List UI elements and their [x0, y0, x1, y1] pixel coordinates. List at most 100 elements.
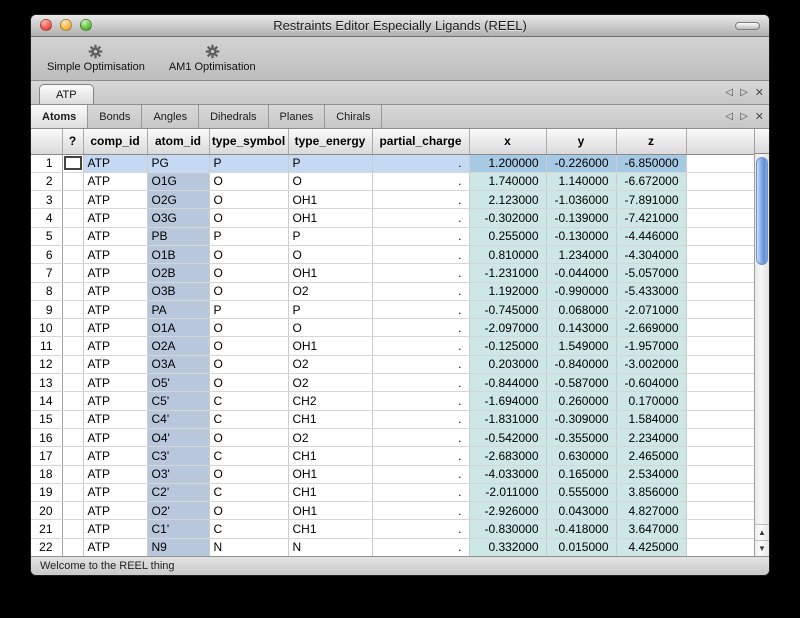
cell-type_energy[interactable]: OH1 — [288, 191, 372, 209]
row-number[interactable]: 21 — [31, 520, 62, 538]
cell-z[interactable]: -7.891000 — [616, 191, 686, 209]
cell-type_symbol[interactable]: O — [209, 355, 288, 373]
cell-type_symbol[interactable]: C — [209, 520, 288, 538]
tab-dihedrals[interactable]: Dihedrals — [199, 105, 268, 128]
cell-z[interactable]: -2.071000 — [616, 300, 686, 318]
flag-cell[interactable] — [62, 392, 83, 410]
zoom-window-button[interactable] — [80, 19, 92, 31]
flag-cell[interactable] — [62, 465, 83, 483]
cell-atom_id[interactable]: C2' — [147, 483, 209, 501]
cell-type_energy[interactable]: O2 — [288, 374, 372, 392]
cell-type_symbol[interactable]: O — [209, 337, 288, 355]
cell-comp_id[interactable]: ATP — [83, 410, 147, 428]
cell-atom_id[interactable]: O5' — [147, 374, 209, 392]
cell-atom_id[interactable]: O3' — [147, 465, 209, 483]
flag-cell[interactable] — [62, 191, 83, 209]
cell-y[interactable]: 1.234000 — [546, 245, 616, 263]
cell-comp_id[interactable]: ATP — [83, 282, 147, 300]
simple-optimisation-button[interactable]: Simple Optimisation — [37, 41, 155, 76]
cell-x[interactable]: -0.302000 — [469, 209, 546, 227]
cell-comp_id[interactable]: ATP — [83, 355, 147, 373]
cell-type_symbol[interactable]: O — [209, 502, 288, 520]
row-number[interactable]: 18 — [31, 465, 62, 483]
cell-y[interactable]: -0.587000 — [546, 374, 616, 392]
row-number[interactable]: 9 — [31, 300, 62, 318]
tab-atp[interactable]: ATP — [39, 84, 94, 104]
cell-z[interactable]: 3.856000 — [616, 483, 686, 501]
cell-z[interactable]: 3.647000 — [616, 520, 686, 538]
column-header-x[interactable]: x — [469, 129, 546, 154]
row-number[interactable]: 14 — [31, 392, 62, 410]
cell-z[interactable]: -5.057000 — [616, 264, 686, 282]
cell-x[interactable]: 0.255000 — [469, 227, 546, 245]
cell-atom_id[interactable]: C1' — [147, 520, 209, 538]
flag-cell[interactable] — [62, 483, 83, 501]
cell-comp_id[interactable]: ATP — [83, 245, 147, 263]
cell-comp_id[interactable]: ATP — [83, 465, 147, 483]
cell-partial_charge[interactable]: . — [372, 483, 469, 501]
row-number[interactable]: 22 — [31, 538, 62, 556]
column-header-y[interactable]: y — [546, 129, 616, 154]
row-number-header[interactable] — [31, 129, 62, 154]
cell-atom_id[interactable]: O3A — [147, 355, 209, 373]
cell-z[interactable]: -6.672000 — [616, 172, 686, 190]
cell-atom_id[interactable]: O1A — [147, 319, 209, 337]
cell-z[interactable]: -4.446000 — [616, 227, 686, 245]
cell-z[interactable]: 4.827000 — [616, 502, 686, 520]
cell-type_symbol[interactable]: C — [209, 483, 288, 501]
cell-x[interactable]: 1.740000 — [469, 172, 546, 190]
tab-scroll-right-icon[interactable]: ▷ — [740, 87, 748, 98]
cell-partial_charge[interactable]: . — [372, 227, 469, 245]
tab-scroll-right-icon[interactable]: ▷ — [740, 111, 748, 122]
row-number[interactable]: 12 — [31, 355, 62, 373]
row-number[interactable]: 7 — [31, 264, 62, 282]
flag-cell[interactable] — [62, 447, 83, 465]
cell-type_symbol[interactable]: P — [209, 300, 288, 318]
cell-x[interactable]: -0.125000 — [469, 337, 546, 355]
cell-partial_charge[interactable]: . — [372, 447, 469, 465]
cell-y[interactable]: 0.260000 — [546, 392, 616, 410]
tab-angles[interactable]: Angles — [142, 105, 199, 128]
cell-x[interactable]: 1.200000 — [469, 154, 546, 172]
cell-z[interactable]: 1.584000 — [616, 410, 686, 428]
cell-y[interactable]: -0.139000 — [546, 209, 616, 227]
cell-comp_id[interactable]: ATP — [83, 191, 147, 209]
cell-type_symbol[interactable]: O — [209, 209, 288, 227]
flag-cell[interactable] — [62, 227, 83, 245]
cell-partial_charge[interactable]: . — [372, 300, 469, 318]
flag-cell[interactable] — [62, 319, 83, 337]
cell-partial_charge[interactable]: . — [372, 520, 469, 538]
cell-atom_id[interactable]: O2G — [147, 191, 209, 209]
cell-atom_id[interactable]: O1B — [147, 245, 209, 263]
cell-x[interactable]: -2.097000 — [469, 319, 546, 337]
cell-type_energy[interactable]: CH1 — [288, 447, 372, 465]
flag-cell[interactable] — [62, 209, 83, 227]
flag-cell[interactable] — [62, 154, 83, 172]
cell-x[interactable]: 0.203000 — [469, 355, 546, 373]
cell-y[interactable]: 0.555000 — [546, 483, 616, 501]
cell-comp_id[interactable]: ATP — [83, 172, 147, 190]
cell-x[interactable]: -1.831000 — [469, 410, 546, 428]
tab-chirals[interactable]: Chirals — [325, 105, 382, 128]
cell-type_symbol[interactable]: O — [209, 191, 288, 209]
cell-comp_id[interactable]: ATP — [83, 374, 147, 392]
cell-partial_charge[interactable]: . — [372, 319, 469, 337]
cell-type_energy[interactable]: CH1 — [288, 483, 372, 501]
cell-partial_charge[interactable]: . — [372, 337, 469, 355]
flag-cell[interactable] — [62, 502, 83, 520]
cell-type_energy[interactable]: CH1 — [288, 520, 372, 538]
cell-partial_charge[interactable]: . — [372, 355, 469, 373]
cell-atom_id[interactable]: O3B — [147, 282, 209, 300]
row-number[interactable]: 10 — [31, 319, 62, 337]
cell-atom_id[interactable]: C3' — [147, 447, 209, 465]
cell-y[interactable]: -0.309000 — [546, 410, 616, 428]
flag-cell[interactable] — [62, 428, 83, 446]
flag-cell[interactable] — [62, 264, 83, 282]
cell-type_energy[interactable]: OH1 — [288, 465, 372, 483]
row-number[interactable]: 1 — [31, 154, 62, 172]
cell-comp_id[interactable]: ATP — [83, 502, 147, 520]
cell-x[interactable]: -0.844000 — [469, 374, 546, 392]
cell-y[interactable]: -0.130000 — [546, 227, 616, 245]
header-filler[interactable] — [686, 129, 754, 154]
cell-x[interactable]: -1.694000 — [469, 392, 546, 410]
